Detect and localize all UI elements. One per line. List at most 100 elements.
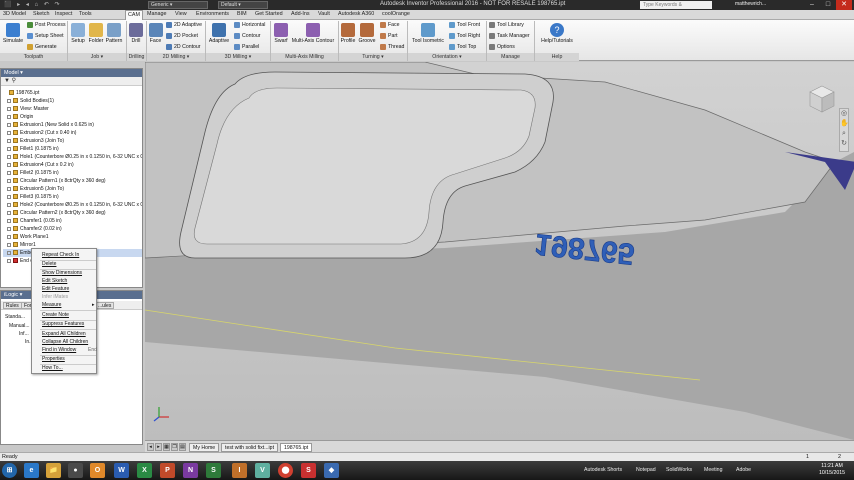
zoom-icon[interactable]: ⌕ bbox=[840, 129, 848, 139]
expand-toggle-icon[interactable] bbox=[7, 99, 11, 103]
menu-measure[interactable]: Measure bbox=[42, 302, 61, 308]
taskbar-solidworks-icon[interactable]: S bbox=[301, 463, 316, 478]
contour-button[interactable]: Contour bbox=[234, 32, 260, 40]
doc-tab-test-fixture[interactable]: test with solid fixt...ipt bbox=[221, 443, 279, 452]
taskbar-app2-icon[interactable]: ◆ bbox=[324, 463, 339, 478]
expand-toggle-icon[interactable] bbox=[7, 179, 11, 183]
menu-delete[interactable]: Delete bbox=[42, 261, 56, 267]
tree-node[interactable]: Origin bbox=[3, 113, 142, 121]
tab-add-ins[interactable]: Add-Ins bbox=[291, 11, 310, 17]
taskbar-item[interactable]: Notepad bbox=[636, 467, 656, 473]
group-job[interactable]: Job ▾ bbox=[68, 53, 126, 61]
tree-node[interactable]: Hole2 (Counterbore Ø0.25 in x 0.1250 in,… bbox=[3, 201, 142, 209]
simulate-button[interactable]: Simulate bbox=[2, 23, 24, 44]
tree-node[interactable]: Extrusion5 (Join To) bbox=[3, 185, 142, 193]
tree-node[interactable]: Fillet3 (0.1875 in) bbox=[3, 193, 142, 201]
close-button[interactable]: ✕ bbox=[836, 0, 852, 10]
expand-toggle-icon[interactable] bbox=[7, 235, 11, 239]
tree-node[interactable]: 198765.ipt bbox=[3, 89, 142, 97]
system-clock[interactable]: 11:21 AM 10/15/2015 bbox=[812, 463, 852, 477]
taskbar-vault-icon[interactable]: V bbox=[255, 463, 270, 478]
expand-toggle-icon[interactable] bbox=[7, 251, 11, 255]
graphics-viewport[interactable]: 198765 bbox=[145, 62, 854, 440]
taskbar-onenote-icon[interactable]: N bbox=[183, 463, 198, 478]
taskbar-word-icon[interactable]: W bbox=[114, 463, 129, 478]
tool-top-button[interactable]: Tool Top bbox=[449, 43, 476, 51]
tree-node[interactable]: Extrusion3 (Join To) bbox=[3, 137, 142, 145]
tab-tools[interactable]: Tools bbox=[79, 11, 92, 17]
tab-external-rules[interactable]: ...ules bbox=[95, 302, 115, 309]
tree-node[interactable]: Hole1 (Counterbore Ø0.25 in x 0.1250 in,… bbox=[3, 153, 142, 161]
tree-node[interactable]: Work Plane1 bbox=[3, 233, 142, 241]
generate-button[interactable]: Generate bbox=[27, 43, 57, 51]
menu-create-note[interactable]: Create Note bbox=[42, 312, 69, 318]
menu-show-dimensions[interactable]: Show Dimensions bbox=[42, 270, 82, 276]
parallel-button[interactable]: Parallel bbox=[234, 43, 259, 51]
expand-toggle-icon[interactable] bbox=[7, 147, 11, 151]
ilogic-row[interactable]: Standa... bbox=[5, 314, 25, 320]
menu-repeat-check-in[interactable]: Repeat Check In bbox=[42, 252, 79, 258]
ilogic-row[interactable]: Inf... bbox=[19, 331, 29, 337]
tool-library-button[interactable]: Tool Library bbox=[489, 21, 524, 29]
group-turning[interactable]: Turning ▾ bbox=[339, 53, 407, 61]
menu-find-in-window[interactable]: Find in Window bbox=[42, 347, 76, 353]
setup-sheet-button[interactable]: Setup Sheet bbox=[27, 32, 64, 40]
expand-toggle-icon[interactable] bbox=[7, 123, 11, 127]
view-cube-icon[interactable] bbox=[808, 84, 836, 114]
expand-toggle-icon[interactable] bbox=[7, 155, 11, 159]
tool-isometric-button[interactable]: Tool Isometric bbox=[409, 23, 447, 44]
multi-axis-contour-button[interactable]: Multi-Axis Contour bbox=[290, 23, 336, 44]
drill-button[interactable]: Drill bbox=[128, 23, 144, 44]
2d-adaptive-button[interactable]: 2D Adaptive bbox=[166, 21, 202, 29]
expand-toggle-icon[interactable] bbox=[7, 211, 11, 215]
ilogic-row[interactable]: Manual... bbox=[9, 323, 30, 329]
browser-filter-tools[interactable]: ▼ ⚲ bbox=[1, 77, 142, 86]
menu-properties[interactable]: Properties bbox=[42, 356, 65, 362]
expand-toggle-icon[interactable] bbox=[7, 187, 11, 191]
tree-node[interactable]: Fillet1 (0.1875 in) bbox=[3, 145, 142, 153]
task-manager-button[interactable]: Task Manager bbox=[489, 32, 530, 40]
tile-icon[interactable]: ▦ bbox=[163, 443, 170, 451]
steering-wheel-icon[interactable]: ◎ bbox=[840, 109, 848, 119]
tree-node[interactable]: Extrusion4 (Cut x 0.2 in) bbox=[3, 161, 142, 169]
taskbar-excel-icon[interactable]: X bbox=[137, 463, 152, 478]
search-input[interactable]: Type Keywords & Commands... bbox=[640, 1, 712, 16]
taskbar-inventor-icon[interactable]: I bbox=[232, 463, 247, 478]
swarf-button[interactable]: Swarf bbox=[272, 23, 290, 44]
minimize-button[interactable]: – bbox=[804, 0, 820, 10]
menu-edit-feature[interactable]: Edit Feature bbox=[42, 286, 69, 292]
start-button[interactable]: ⊞ bbox=[2, 463, 17, 478]
tab-scroll-left-icon[interactable]: ◂ bbox=[147, 443, 154, 451]
expand-toggle-icon[interactable] bbox=[7, 243, 11, 247]
folder-button[interactable]: Folder bbox=[87, 23, 105, 44]
user-account[interactable]: matthewrich... bbox=[735, 1, 766, 7]
horizontal-button[interactable]: Horizontal bbox=[234, 21, 265, 29]
tab-coolorange[interactable]: coolOrange bbox=[382, 11, 410, 17]
tree-node[interactable]: Solid Bodies(1) bbox=[3, 97, 142, 105]
2d-contour-button[interactable]: 2D Contour bbox=[166, 43, 201, 51]
adaptive-button[interactable]: Adaptive bbox=[207, 23, 231, 44]
expand-toggle-icon[interactable] bbox=[7, 219, 11, 223]
group-orientation[interactable]: Orientation ▾ bbox=[408, 53, 486, 61]
tab-view[interactable]: View bbox=[175, 11, 187, 17]
tab-environments[interactable]: Environments bbox=[196, 11, 229, 17]
doc-tab-198765[interactable]: 198765.ipt bbox=[280, 443, 313, 452]
pattern-button[interactable]: Pattern bbox=[104, 23, 124, 44]
tree-node[interactable]: Circular Pattern2 (x 8ctrQty x 360 deg) bbox=[3, 209, 142, 217]
taskbar-chrome-icon[interactable]: ⬤ bbox=[278, 463, 293, 478]
tab-vault[interactable]: Vault bbox=[318, 11, 330, 17]
tree-node[interactable]: View: Master bbox=[3, 105, 142, 113]
expand-toggle-icon[interactable] bbox=[7, 115, 11, 119]
setup-button[interactable]: Setup bbox=[69, 23, 87, 44]
tab-bim[interactable]: BIM bbox=[237, 11, 247, 17]
doc-tab-my-home[interactable]: My Home bbox=[189, 443, 220, 452]
tab-sketch[interactable]: Sketch bbox=[33, 11, 49, 17]
menu-how-to[interactable]: How To... bbox=[42, 365, 63, 371]
appearance-select[interactable]: Default ▾ bbox=[218, 1, 268, 9]
tree-node[interactable]: Chamfer2 (0.02 in) bbox=[3, 225, 142, 233]
taskbar-item[interactable]: SolidWorks bbox=[666, 467, 692, 473]
expand-toggle-icon[interactable] bbox=[7, 203, 11, 207]
expand-toggle-icon[interactable] bbox=[7, 139, 11, 143]
taskbar-app-icon[interactable]: S bbox=[206, 463, 221, 478]
tab-inspect[interactable]: Inspect bbox=[55, 11, 72, 17]
